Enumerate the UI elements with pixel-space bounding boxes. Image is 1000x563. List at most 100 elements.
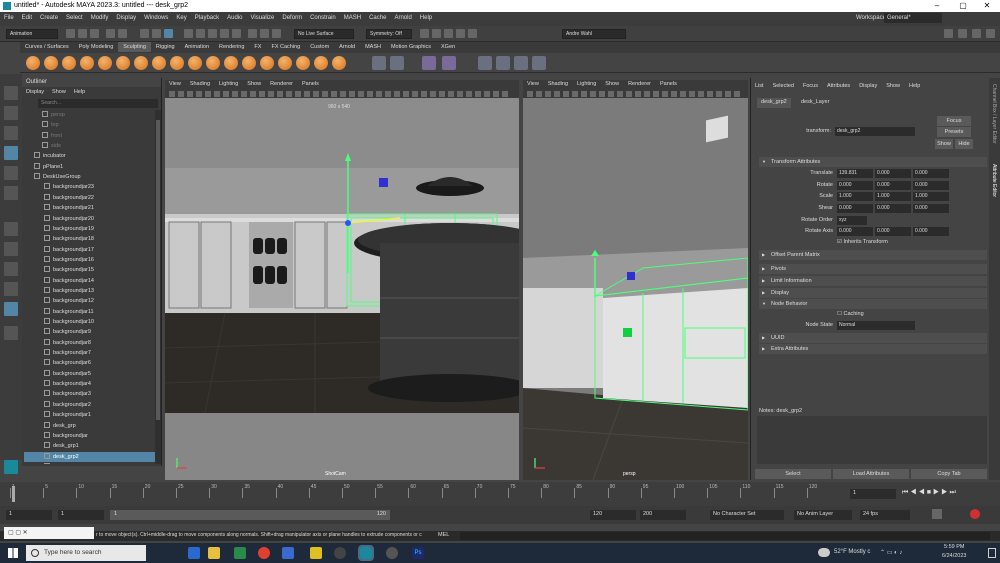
attr-field-scale-x[interactable]: 1.000: [837, 192, 873, 201]
foamy-tool-icon[interactable]: [134, 56, 148, 70]
ae-menu-attributes[interactable]: Attributes: [827, 83, 850, 89]
sculpt-tool-icon[interactable]: [26, 56, 40, 70]
user-account-dropdown[interactable]: Andre Wahl: [562, 29, 626, 39]
start-time-field[interactable]: 1: [6, 510, 52, 520]
shelf-tab-fx[interactable]: FX: [249, 42, 266, 52]
outliner-item[interactable]: backgroundjar18: [24, 234, 156, 244]
menu-deform[interactable]: Deform: [278, 12, 306, 21]
mask-icon[interactable]: [390, 56, 404, 70]
rotate-axis-z-field[interactable]: 0.000: [913, 227, 949, 236]
rotate-axis-y-field[interactable]: 0.000: [875, 227, 911, 236]
render-icon[interactable]: [248, 29, 257, 38]
menu-constrain[interactable]: Constrain: [306, 12, 340, 21]
outliner-item[interactable]: persp: [24, 110, 156, 120]
word-icon[interactable]: [282, 547, 294, 559]
ae-menu-display[interactable]: Display: [859, 83, 877, 89]
scale-tool-icon[interactable]: [4, 186, 18, 200]
smooth-tool-icon[interactable]: [44, 56, 58, 70]
outliner-item[interactable]: backgroundjar16: [24, 255, 156, 265]
shelf-tab-rendering[interactable]: Rendering: [214, 42, 249, 52]
menu-audio[interactable]: Audio: [223, 12, 246, 21]
input-ops-icon[interactable]: [420, 29, 429, 38]
load-attributes-button[interactable]: Load Attributes: [833, 469, 909, 479]
menu-display[interactable]: Display: [112, 12, 140, 21]
menu-create[interactable]: Create: [36, 12, 62, 21]
smear-tool-icon[interactable]: [278, 56, 292, 70]
ae-menu-show[interactable]: Show: [886, 83, 900, 89]
outliner-item[interactable]: desk_grp2: [24, 451, 156, 462]
viewport-menu-panels[interactable]: Panels: [660, 81, 677, 87]
outliner-item[interactable]: backgroundjar9: [24, 327, 156, 337]
range-slider[interactable]: 1 120: [110, 510, 390, 520]
shelf-tab-curves-surfaces[interactable]: Curves / Surfaces: [20, 42, 74, 52]
paint-select-tool-icon[interactable]: [4, 126, 18, 140]
outliner-item[interactable]: backgroundjar6: [24, 358, 156, 368]
outliner-menu-display[interactable]: Display: [26, 89, 44, 95]
outliner-item[interactable]: backgroundjar15: [24, 265, 156, 275]
render-settings-icon[interactable]: [272, 29, 281, 38]
shelf-tab-rigging[interactable]: Rigging: [151, 42, 180, 52]
viewport-menu-show[interactable]: Show: [605, 81, 619, 87]
select-tool-icon[interactable]: [4, 86, 18, 100]
tab-channel-box[interactable]: Channel Box / Layer Editor: [991, 84, 997, 144]
workspace-dropdown[interactable]: General*: [884, 13, 942, 23]
rotate-order-dropdown[interactable]: xyz: [837, 216, 867, 225]
select-object-icon[interactable]: [152, 29, 161, 38]
playback-controls[interactable]: ⏮◀◀■▶▶⏭: [902, 489, 958, 497]
notification-icon[interactable]: [988, 548, 996, 558]
outliner-item[interactable]: backgroundjar20: [24, 214, 156, 224]
relax-tool-icon[interactable]: [62, 56, 76, 70]
section-node-behavior[interactable]: Node Behavior: [759, 299, 987, 309]
grab-tool-icon[interactable]: [80, 56, 94, 70]
outliner-item[interactable]: side: [24, 141, 156, 151]
section-limit-information[interactable]: Limit Information: [759, 276, 987, 286]
viewport-menu-renderer[interactable]: Renderer: [628, 81, 651, 87]
snap-grid-icon[interactable]: [184, 29, 193, 38]
menu-arnold[interactable]: Arnold: [390, 12, 415, 21]
notes-textarea[interactable]: [757, 416, 987, 464]
shelf-tab-xgen[interactable]: XGen: [436, 42, 460, 52]
outliner-item[interactable]: backgroundjar19: [24, 224, 156, 234]
viewport-menu-show[interactable]: Show: [247, 81, 261, 87]
shelf-tab-arnold[interactable]: Arnold: [334, 42, 360, 52]
current-frame-field[interactable]: 1: [850, 489, 896, 499]
outliner-item[interactable]: DeskUseGroup: [24, 172, 156, 182]
outliner-item[interactable]: backgroundjar2: [24, 400, 156, 410]
rotate-axis-x-field[interactable]: 0.000: [837, 227, 873, 236]
caching-checkbox[interactable]: ☐ Caching: [837, 311, 864, 317]
close-icon[interactable]: ✕: [976, 0, 998, 12]
attr-field-scale-y[interactable]: 1.000: [875, 192, 911, 201]
viewport-menu-shading[interactable]: Shading: [548, 81, 568, 87]
playback-end-field[interactable]: 120: [590, 510, 636, 520]
menu-file[interactable]: File: [0, 12, 18, 21]
toggle-modeling-toolkit-icon[interactable]: [944, 29, 953, 38]
section-display[interactable]: Display: [759, 288, 987, 298]
amplify-tool-icon[interactable]: [314, 56, 328, 70]
outliner-menu-show[interactable]: Show: [52, 89, 66, 95]
snap-point-icon[interactable]: [208, 29, 217, 38]
rotate-tool-icon[interactable]: [4, 166, 18, 180]
attr-field-shear-y[interactable]: 0.000: [875, 203, 911, 213]
outliner-item[interactable]: backgroundjar8: [24, 338, 156, 348]
toggle-channel-box-icon[interactable]: [986, 29, 995, 38]
shelf-tab-poly-modeling[interactable]: Poly Modeling: [74, 42, 119, 52]
section-offset-parent-matrix[interactable]: Offset Parent Matrix: [759, 250, 987, 260]
wax-tool-icon[interactable]: [206, 56, 220, 70]
file-explorer-icon[interactable]: [208, 547, 220, 559]
tab-desk-grp2[interactable]: desk_grp2: [757, 98, 791, 108]
outliner-item[interactable]: front: [24, 131, 156, 141]
copy-tab-button[interactable]: Copy Tab: [911, 469, 987, 479]
excel-icon[interactable]: [234, 547, 246, 559]
four-view-layout-icon[interactable]: [4, 242, 18, 256]
menu-select[interactable]: Select: [62, 12, 87, 21]
inherits-transform-checkbox[interactable]: ☑ Inherits Transform: [837, 239, 888, 245]
outliner-item[interactable]: backgroundjar14: [24, 276, 156, 286]
outliner-item[interactable]: incubator: [24, 151, 156, 161]
hide-button[interactable]: Hide: [955, 139, 973, 149]
transform-constraint-icon[interactable]: [444, 29, 453, 38]
sculpt-options-icon[interactable]: [532, 56, 546, 70]
focus-button[interactable]: Focus: [937, 116, 971, 126]
redo-icon[interactable]: [118, 29, 127, 38]
search-icon[interactable]: [4, 326, 18, 340]
imprint-tool-icon[interactable]: [188, 56, 202, 70]
